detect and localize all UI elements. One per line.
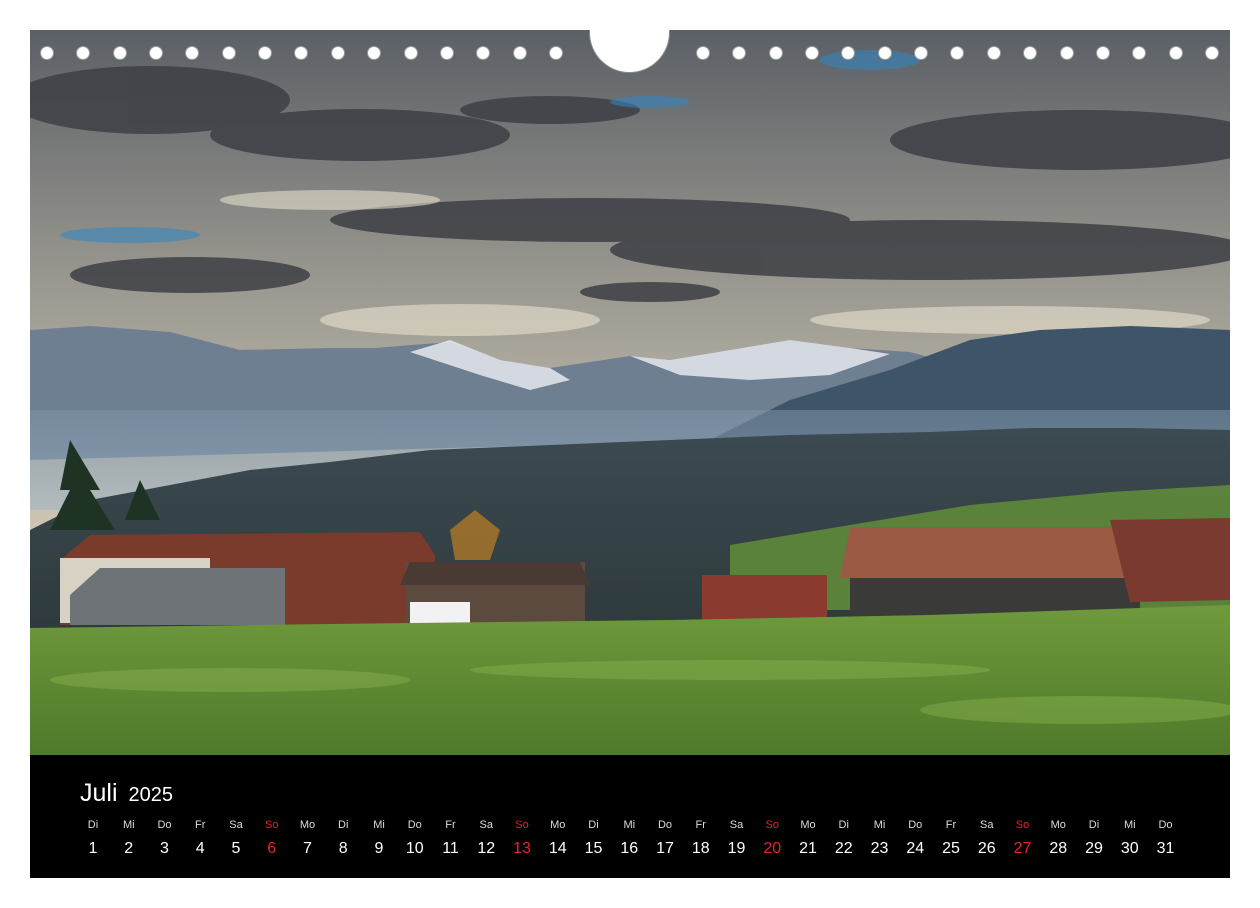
day-number: 6 — [267, 840, 277, 857]
binding-hole — [950, 46, 965, 60]
binding-hole — [805, 46, 820, 60]
binding-hole — [40, 46, 54, 60]
day-number: 7 — [303, 840, 312, 857]
weekday-label: Sa — [729, 819, 744, 831]
day-number: 28 — [1049, 840, 1068, 857]
day-number: 3 — [160, 840, 169, 857]
binding-hole — [548, 46, 563, 60]
day-number: 4 — [195, 840, 205, 857]
day-number: 11 — [442, 840, 459, 857]
weekday-label: Mi — [873, 819, 886, 831]
day-grid: Di 1 Mi 2 Do 3 Fr 4 Sa 5 So 6 Mo 7 Di 8 Mi 9 Do 10 Fr 11 Sa 12 S… — [30, 755, 1230, 878]
day-number: 26 — [977, 840, 996, 857]
day-number: 5 — [231, 840, 241, 857]
weekday-label: Mi — [1123, 819, 1136, 831]
weekday-label: Sa — [980, 819, 994, 831]
binding-hole — [294, 46, 309, 60]
binding-hole — [367, 46, 382, 60]
weekday-label: Di — [838, 819, 849, 831]
day-number: 15 — [584, 840, 603, 857]
day-number: 18 — [691, 840, 710, 857]
weekday-label: Sa — [229, 819, 243, 831]
weekday-label: Do — [908, 819, 923, 831]
calendar-page: Juli 2025 Di 1 Mi 2 Do 3 Fr 4 Sa 5 So 6 Mo 7 Di 8 Mi 9 Do 1… — [30, 30, 1230, 878]
binding-hole — [1023, 46, 1038, 60]
binding-hole — [732, 46, 747, 60]
weekday-label: So — [265, 819, 279, 831]
weekday-label: Mi — [373, 819, 385, 831]
weekday-label: Mo — [800, 819, 816, 831]
day-number: 13 — [513, 840, 531, 857]
day-number: 12 — [477, 840, 496, 857]
weekday-label: Di — [1088, 819, 1100, 831]
binding-hole — [1168, 46, 1183, 60]
weekday-label: Do — [407, 819, 422, 831]
day-number: 16 — [620, 840, 639, 857]
day-number: 9 — [374, 840, 384, 857]
weekday-label: Di — [338, 819, 349, 831]
weekday-label: So — [765, 819, 779, 831]
weekday-label: Mi — [623, 819, 636, 831]
binding-hole — [914, 46, 929, 60]
binding-hole — [185, 46, 200, 60]
day-number: 23 — [870, 840, 889, 857]
weekday-label: Do — [157, 819, 172, 831]
day-number: 14 — [548, 840, 567, 857]
day-number: 30 — [1120, 840, 1139, 857]
day-number: 21 — [799, 840, 817, 857]
calendar-strip: Juli 2025 Di 1 Mi 2 Do 3 Fr 4 Sa 5 So 6 Mo 7 Di 8 Mi 9 Do 1… — [30, 755, 1230, 878]
day-number: 1 — [88, 840, 98, 857]
binding-hole — [1095, 46, 1110, 60]
binding-hole — [986, 46, 1001, 60]
binding-hole — [258, 46, 273, 60]
day-number: 17 — [656, 840, 674, 857]
day-number: 2 — [124, 840, 134, 857]
day-number: 25 — [942, 840, 960, 857]
day-number: 8 — [338, 840, 348, 857]
weekday-label: Mo — [1050, 819, 1066, 831]
binding-hole — [403, 46, 418, 60]
day-number: 31 — [1156, 840, 1175, 857]
day-number: 19 — [727, 840, 746, 857]
binding-hole — [768, 46, 783, 60]
binding-hole — [76, 46, 91, 60]
weekday-label: Do — [657, 819, 673, 831]
binding-hole — [512, 46, 527, 60]
landscape-photo — [30, 30, 1230, 755]
binding-hole — [1204, 46, 1219, 60]
binding-hole — [1059, 46, 1074, 60]
weekday-label: Fr — [945, 819, 957, 831]
weekday-label: Di — [87, 819, 99, 831]
weekday-label: Do — [1158, 819, 1173, 831]
day-number: 27 — [1013, 840, 1032, 857]
binding-hole — [330, 46, 345, 60]
binding-hole — [841, 46, 856, 60]
weekday-label: So — [1015, 819, 1030, 831]
weekday-label: Sa — [479, 819, 493, 831]
day-number: 22 — [834, 840, 853, 857]
day-number: 29 — [1085, 840, 1103, 857]
binding-hole — [439, 46, 454, 60]
weekday-label: Fr — [195, 819, 206, 831]
day-number: 24 — [906, 840, 925, 857]
binding-hole — [696, 46, 710, 60]
weekday-label: Di — [588, 819, 599, 831]
weekday-label: Mo — [550, 819, 566, 831]
weekday-label: Mo — [299, 819, 316, 831]
weekday-label: Fr — [695, 819, 706, 831]
binding-hole — [112, 46, 127, 60]
day-number: 20 — [763, 840, 782, 857]
binding-hole — [1132, 46, 1147, 60]
binding-hole — [877, 46, 892, 60]
binding-hole — [476, 46, 491, 60]
day-number: 10 — [405, 840, 424, 857]
binding-hole — [149, 46, 164, 60]
weekday-label: Fr — [445, 819, 456, 831]
weekday-label: Mi — [122, 819, 135, 831]
binding-hole — [221, 46, 236, 60]
weekday-label: So — [515, 819, 529, 831]
